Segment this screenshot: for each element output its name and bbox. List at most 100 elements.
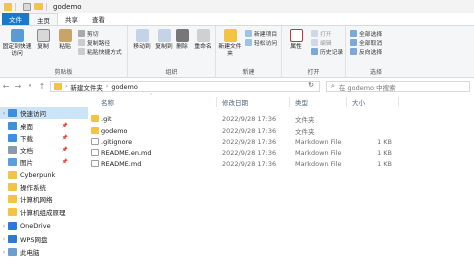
edit-button[interactable]: 编辑 — [311, 38, 332, 47]
chevron-right-icon[interactable]: › — [0, 236, 8, 243]
new-item-button[interactable]: 新建项目 — [245, 29, 277, 38]
file-type: 文件夹 — [295, 115, 315, 124]
desktop-icon — [8, 122, 17, 130]
column-header-name[interactable]: 名称 — [101, 95, 114, 108]
copy-icon — [36, 29, 50, 42]
sidebar-item[interactable]: 桌面 📌 — [0, 120, 88, 132]
column-header-type[interactable]: 类型 — [295, 95, 308, 108]
sidebar-item[interactable]: 计算机网络 — [0, 193, 88, 205]
properties-icon[interactable] — [23, 2, 31, 11]
recent-dropdown-icon[interactable]: ▾ — [24, 83, 36, 89]
column-separator[interactable] — [289, 97, 290, 107]
easy-access-icon — [245, 39, 252, 46]
chevron-right-icon: › — [65, 83, 68, 90]
copy-path-icon — [78, 39, 85, 46]
sidebar-item[interactable]: Cyberpunk — [0, 169, 88, 181]
chevron-right-icon[interactable]: › — [0, 110, 8, 117]
sidebar-item[interactable]: › 快速访问 — [0, 107, 88, 119]
tab-home[interactable]: 主页 — [29, 13, 58, 25]
move-icon — [135, 29, 149, 42]
invert-selection-icon — [350, 48, 357, 55]
title-bar: godemo — [0, 0, 474, 13]
pin-icon[interactable]: 📌 — [62, 147, 68, 153]
tab-view[interactable]: 查看 — [85, 13, 112, 25]
file-icon — [91, 160, 99, 167]
edit-icon — [311, 39, 318, 46]
new-folder-button[interactable]: 新建文件夹 — [217, 29, 243, 58]
easy-access-button[interactable]: 轻松访问 — [245, 38, 277, 47]
sidebar-item[interactable]: 下载 📌 — [0, 132, 88, 144]
open-button[interactable]: 打开 — [311, 29, 332, 38]
delete-label: 删除 — [176, 44, 188, 50]
pin-icon[interactable]: 📌 — [62, 135, 68, 141]
invert-selection-button[interactable]: 反向选择 — [350, 47, 382, 56]
paste-shortcut-label: 粘贴快捷方式 — [87, 50, 122, 56]
chevron-right-icon[interactable]: › — [0, 223, 8, 230]
refresh-icon[interactable]: ↻ — [304, 81, 318, 92]
file-row[interactable]: .git 2022/9/28 17:36 文件夹 — [88, 113, 474, 124]
column-separator[interactable] — [398, 97, 399, 107]
paste-button[interactable]: 粘贴 — [52, 29, 78, 51]
new-folder-icon — [223, 29, 237, 42]
chevron-right-icon[interactable]: › — [0, 249, 8, 256]
column-header-date[interactable]: 修改日期 — [222, 95, 248, 108]
sidebar-item[interactable]: 计算机组成原理 — [0, 206, 88, 218]
address-bar[interactable]: › 新建文件夹 › godemo — [50, 81, 320, 92]
open-group: 属性 打开 编辑 历史记录 打开 — [282, 26, 346, 78]
ribbon: 固定到快速访问 复制 粘贴 剪切 复制路径 粘贴快捷方式 剪贴板 移动到 复制到… — [0, 26, 474, 78]
cloud-icon — [8, 235, 17, 243]
folder-icon — [8, 171, 17, 179]
column-separator[interactable] — [216, 97, 217, 107]
delete-button[interactable]: 删除 — [172, 29, 192, 51]
history-button[interactable]: 历史记录 — [311, 47, 343, 56]
file-type: 文件夹 — [295, 127, 315, 136]
properties-button[interactable]: 属性 — [283, 29, 309, 51]
forward-arrow-icon[interactable]: → — [12, 82, 24, 91]
delete-icon — [175, 29, 189, 42]
paste-shortcut-button[interactable]: 粘贴快捷方式 — [78, 47, 122, 56]
copy-path-button[interactable]: 复制路径 — [78, 38, 110, 47]
file-row[interactable]: .gitignore 2022/9/28 17:36 Markdown File 1 … — [88, 136, 474, 147]
sidebar-item-label: 文档 — [20, 147, 33, 155]
select-all-button[interactable]: 全部选择 — [350, 29, 382, 38]
pin-quick-access-button[interactable]: 固定到快速访问 — [2, 29, 32, 58]
select-none-button[interactable]: 全部取消 — [350, 38, 382, 47]
breadcrumb-new-folder[interactable]: 新建文件夹 — [70, 82, 103, 92]
folder-icon — [4, 2, 12, 11]
back-arrow-icon[interactable]: ← — [0, 82, 12, 91]
tab-share[interactable]: 共享 — [58, 13, 85, 25]
new-item-label: 新建项目 — [254, 32, 278, 38]
organize-group-label: 组织 — [165, 69, 178, 76]
star-icon — [8, 109, 17, 117]
pin-icon[interactable]: 📌 — [62, 123, 68, 129]
sidebar-item[interactable]: 文档 📌 — [0, 144, 88, 156]
invert-selection-label: 反向选择 — [359, 50, 383, 56]
new-folder-icon[interactable] — [34, 3, 43, 10]
sidebar-item-label: 计算机网络 — [20, 196, 53, 204]
column-separator[interactable] — [346, 97, 347, 107]
file-row[interactable]: README.en.md 2022/9/28 17:36 Markdown File… — [88, 147, 474, 158]
folder-icon — [91, 115, 99, 122]
file-row[interactable]: README.md 2022/9/28 17:36 Markdown File 1 K… — [88, 158, 474, 169]
file-type: Markdown File — [295, 159, 342, 168]
cut-button[interactable]: 剪切 — [78, 29, 99, 38]
sidebar-item[interactable]: › 此电脑 — [0, 246, 88, 258]
search-box[interactable]: ⌕ 在 godemo 中搜索 — [326, 81, 470, 92]
file-name: godemo — [101, 126, 128, 135]
sidebar-item[interactable]: 操作系统 — [0, 181, 88, 193]
file-name: .gitignore — [101, 137, 133, 146]
sidebar-item[interactable]: 图片 📌 — [0, 156, 88, 168]
pin-icon[interactable]: 📌 — [62, 159, 68, 165]
window-title: godemo — [53, 2, 82, 11]
sidebar-item[interactable]: › WPS网盘 — [0, 233, 88, 245]
file-row[interactable]: godemo 2022/9/28 17:36 文件夹 — [88, 125, 474, 136]
tab-file[interactable]: 文件 — [2, 13, 29, 25]
up-arrow-icon[interactable]: ↑ — [36, 82, 48, 91]
rename-button[interactable]: 重命名 — [190, 29, 216, 51]
new-item-icon — [245, 30, 252, 37]
column-header-size[interactable]: 大小 — [352, 95, 365, 108]
sidebar-item[interactable]: › OneDrive — [0, 220, 88, 232]
breadcrumb-godemo[interactable]: godemo — [111, 83, 138, 91]
new-group-label: 新建 — [242, 69, 255, 76]
folder-icon — [54, 83, 62, 90]
